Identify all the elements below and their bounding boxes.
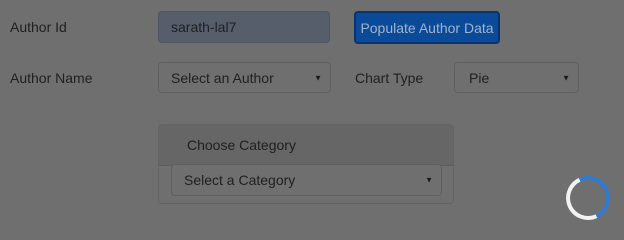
chart-type-value: Pie: [469, 69, 490, 86]
chart-type-select[interactable]: Pie ▼: [454, 62, 579, 93]
loading-spinner-icon: [559, 169, 617, 227]
author-id-input[interactable]: sarath-lal7: [158, 11, 330, 43]
author-id-value: sarath-lal7: [171, 19, 237, 35]
author-name-select[interactable]: Select an Author ▼: [158, 62, 331, 93]
category-select-value: Select a Category: [184, 172, 296, 188]
author-select-value: Select an Author: [171, 69, 274, 86]
populate-author-data-button[interactable]: Populate Author Data: [354, 11, 500, 44]
author-name-label: Author Name: [10, 70, 93, 86]
caret-down-icon: ▼: [425, 175, 433, 185]
category-panel-heading: Choose Category: [187, 137, 296, 153]
chart-type-label: Chart Type: [355, 70, 424, 86]
category-select[interactable]: Select a Category ▼: [171, 164, 442, 196]
caret-down-icon: ▼: [562, 73, 570, 82]
category-panel: Choose Category Select a Category ▼: [158, 124, 454, 204]
author-id-label: Author Id: [10, 19, 67, 35]
caret-down-icon: ▼: [314, 73, 322, 82]
populate-author-data-label: Populate Author Data: [360, 19, 494, 36]
